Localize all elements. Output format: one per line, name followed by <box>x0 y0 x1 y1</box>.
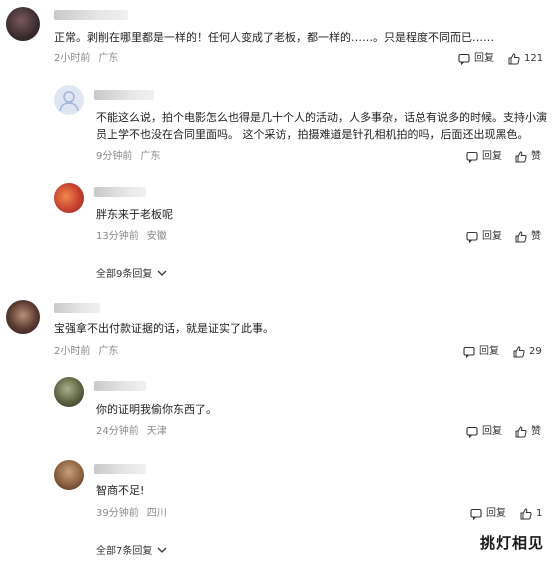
like-count: 1 <box>536 508 543 519</box>
comment-meta: 13分钟前 安徽 <box>96 230 175 244</box>
reply-label: 回复 <box>479 346 499 357</box>
thumbs-up-icon <box>515 426 527 438</box>
reply-label: 回复 <box>486 508 506 519</box>
reply-button[interactable]: 回复 <box>470 507 506 521</box>
reply-label: 回复 <box>482 231 502 242</box>
avatar[interactable] <box>54 85 84 115</box>
comment-text: 智商不足! <box>96 484 145 497</box>
comment-time: 2小时前 <box>54 53 91 64</box>
comment-meta: 39分钟前 四川 <box>96 507 175 521</box>
like-button[interactable]: 赞 <box>515 150 541 164</box>
comment-meta: 2小时前 广东 <box>54 52 126 66</box>
like-count: 121 <box>524 53 544 64</box>
avatar[interactable] <box>6 7 40 41</box>
comment-text: 宝强拿不出付款证据的话，就是证实了此事。 <box>54 322 274 335</box>
like-button[interactable]: 赞 <box>515 230 541 244</box>
expand-replies-label: 全部7条回复 <box>96 546 153 557</box>
comment-text: 你的证明我偷你东西了。 <box>96 403 217 416</box>
comment-time: 24分钟前 <box>96 426 139 437</box>
comment-time: 9分钟前 <box>96 151 133 162</box>
comment-meta: 24分钟前 天津 <box>96 425 175 439</box>
username[interactable] <box>94 464 146 474</box>
comment-text: 正常。剥削在哪里都是一样的！任何人变成了老板，都一样的……。只是程度不同而已…… <box>54 31 494 44</box>
avatar[interactable] <box>54 377 84 407</box>
reply-icon <box>463 346 475 358</box>
chevron-down-icon <box>157 547 167 553</box>
comment-location: 天津 <box>146 426 167 437</box>
reply-label: 回复 <box>482 426 502 437</box>
comment-meta: 9分钟前 广东 <box>96 150 168 164</box>
avatar[interactable] <box>54 183 84 213</box>
like-button[interactable]: 1 <box>520 507 542 521</box>
reply-icon <box>470 508 482 520</box>
comment-time: 2小时前 <box>54 346 91 357</box>
like-label: 赞 <box>531 231 541 242</box>
reply-icon <box>466 231 478 243</box>
expand-replies-button[interactable]: 全部9条回复 <box>96 265 168 280</box>
reply-button[interactable]: 回复 <box>466 425 502 439</box>
comment-location: 广东 <box>98 53 119 64</box>
comment-location: 四川 <box>146 508 167 519</box>
comment-text: 胖东来于老板呢 <box>96 208 173 221</box>
username[interactable] <box>54 303 100 313</box>
reply-label: 回复 <box>474 53 494 64</box>
thumbs-up-icon <box>515 231 527 243</box>
comment-location: 广东 <box>140 151 161 162</box>
like-count: 29 <box>529 346 542 357</box>
comment-location: 安徽 <box>146 231 167 242</box>
expand-replies-button[interactable]: 全部7条回复 <box>96 542 168 557</box>
comment-text-line2: 员上学不也没在合同里面吗。 这个采访，拍摄难道是针孔相机拍的吗，后面还出现黑色。 <box>96 128 529 141</box>
watermark: 挑灯相见 <box>479 534 544 552</box>
reply-button[interactable]: 回复 <box>458 52 494 66</box>
comment-time: 39分钟前 <box>96 508 139 519</box>
like-button[interactable]: 29 <box>513 345 542 359</box>
reply-button[interactable]: 回复 <box>463 345 499 359</box>
reply-label: 回复 <box>482 151 502 162</box>
default-avatar-icon <box>59 91 79 112</box>
reply-button[interactable]: 回复 <box>466 230 502 244</box>
like-label: 赞 <box>531 151 541 162</box>
chevron-down-icon <box>157 270 167 276</box>
comment-text-line1: 不能这么说，拍个电影怎么也得是几十个人的活动，人多事杂，话总有说多的时候。支持小… <box>96 111 547 124</box>
thumbs-up-icon <box>513 346 525 358</box>
reply-icon <box>466 151 478 163</box>
avatar[interactable] <box>6 300 40 334</box>
username[interactable] <box>54 10 128 20</box>
comment-meta: 2小时前 广东 <box>54 345 126 359</box>
like-button[interactable]: 赞 <box>515 425 541 439</box>
thumbs-up-icon <box>508 53 520 65</box>
comment-location: 广东 <box>98 346 119 357</box>
expand-replies-label: 全部9条回复 <box>96 269 153 280</box>
like-button[interactable]: 121 <box>508 52 543 66</box>
username[interactable] <box>94 381 146 391</box>
reply-button[interactable]: 回复 <box>466 150 502 164</box>
reply-icon <box>466 426 478 438</box>
thumbs-up-icon <box>515 151 527 163</box>
username[interactable] <box>94 187 146 197</box>
like-label: 赞 <box>531 426 541 437</box>
thumbs-up-icon <box>520 508 532 520</box>
username[interactable] <box>94 90 154 100</box>
reply-icon <box>458 53 470 65</box>
avatar[interactable] <box>54 460 84 490</box>
comment-time: 13分钟前 <box>96 231 139 242</box>
